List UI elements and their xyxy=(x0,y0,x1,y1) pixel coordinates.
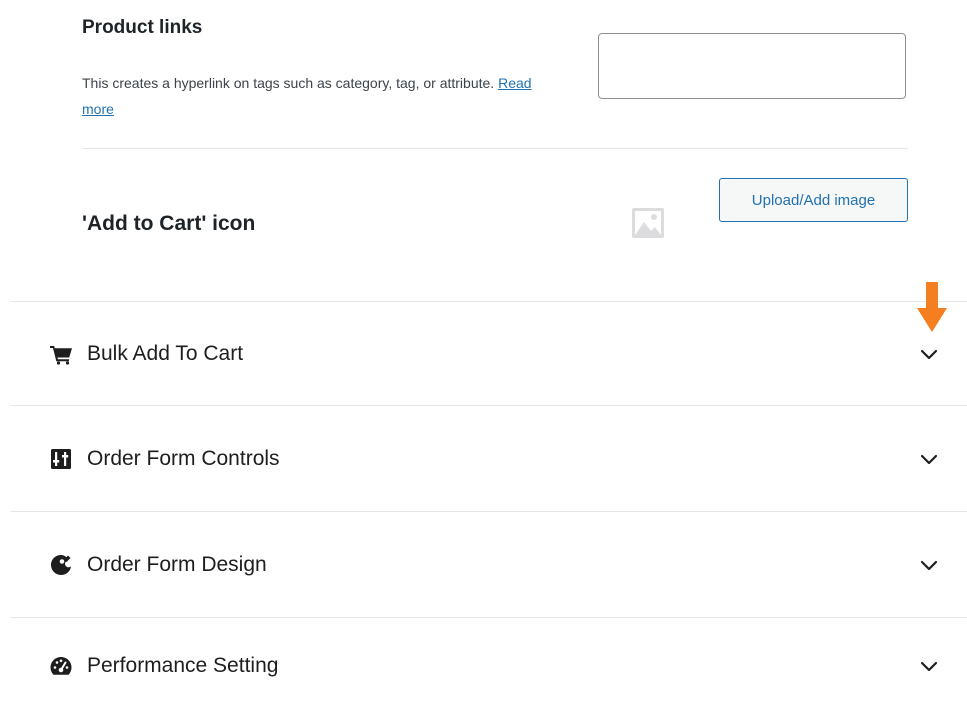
section-performance-setting[interactable]: Performance Setting xyxy=(11,617,967,713)
product-links-description: This creates a hyperlink on tags such as… xyxy=(82,70,562,122)
divider xyxy=(82,148,908,149)
section-order-form-controls[interactable]: Order Form Controls xyxy=(11,405,967,511)
image-placeholder-icon xyxy=(632,208,664,238)
section-bulk-add-to-cart[interactable]: Bulk Add To Cart xyxy=(11,301,967,405)
chevron-down-icon[interactable] xyxy=(917,447,941,471)
upload-add-image-button[interactable]: Upload/Add image xyxy=(719,178,908,222)
chevron-down-icon[interactable] xyxy=(917,342,941,366)
palette-icon xyxy=(51,554,71,575)
controls-icon xyxy=(51,448,71,469)
section-label: Order Form Design xyxy=(87,552,267,576)
product-links-description-text: This creates a hyperlink on tags such as… xyxy=(82,75,495,91)
section-order-form-design[interactable]: Order Form Design xyxy=(11,511,967,617)
chevron-down-icon[interactable] xyxy=(917,553,941,577)
product-links-input[interactable] xyxy=(598,33,906,99)
section-label: Performance Setting xyxy=(87,653,279,677)
dashboard-gauge-icon xyxy=(50,656,72,675)
section-label: Order Form Controls xyxy=(87,446,280,470)
section-label: Bulk Add To Cart xyxy=(87,341,244,365)
arrow-down-icon xyxy=(917,282,947,332)
cart-icon xyxy=(50,345,72,365)
product-links-title: Product links xyxy=(82,17,203,38)
chevron-down-icon[interactable] xyxy=(917,654,941,678)
add-to-cart-icon-title: 'Add to Cart' icon xyxy=(82,212,256,235)
